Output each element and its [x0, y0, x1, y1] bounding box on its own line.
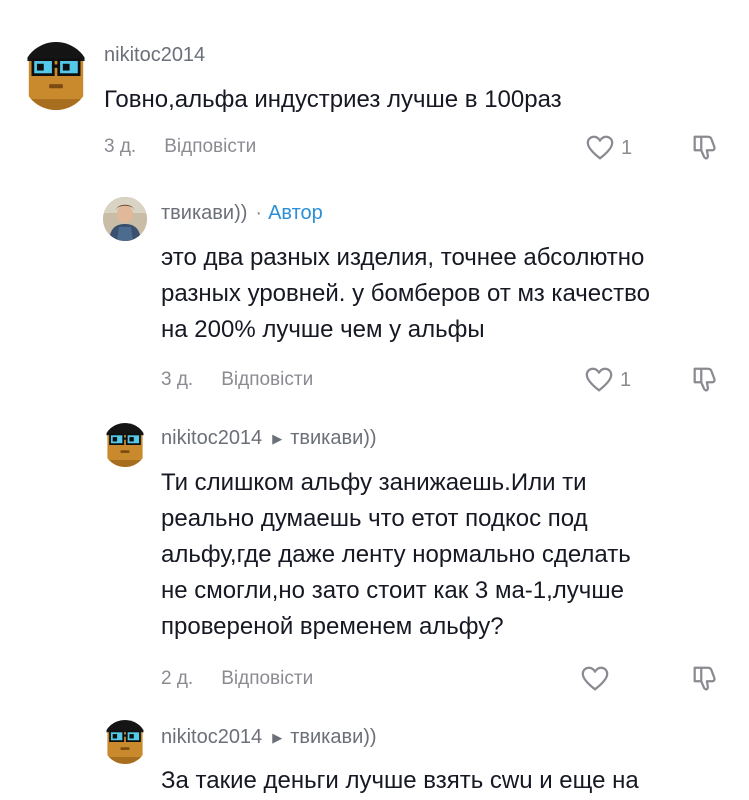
- thumbs-down-icon[interactable]: [690, 364, 720, 394]
- comment-text-line: это два разных изделия, точнее абсолютно: [161, 244, 645, 271]
- username-text[interactable]: nikitoc2014: [161, 427, 262, 450]
- comment-text-line: Говно,альфа индустриез лучше в 100раз: [104, 86, 562, 113]
- like-button[interactable]: 1: [585, 133, 632, 163]
- comment-text: Говно,альфа индустриез лучше в 100раз: [104, 82, 562, 118]
- avatar[interactable]: [103, 197, 147, 241]
- comment-username: nikitoc2014 ▶ твикави)): [161, 726, 377, 749]
- comment-text: это два разных изделия, точнее абсолютно…: [161, 240, 650, 348]
- avatar[interactable]: [103, 720, 147, 764]
- comment-text-line: провереной временем альфу?: [161, 613, 504, 640]
- comment-time: 3 д.: [161, 369, 194, 390]
- username-text[interactable]: nikitoc2014: [104, 44, 205, 67]
- like-count: 1: [620, 368, 632, 391]
- author-badge: Автор: [268, 202, 323, 224]
- dislike-button[interactable]: [690, 364, 720, 399]
- reply-to-username[interactable]: твикави)): [290, 427, 376, 450]
- comment-text-line: на 200% лучше чем у альфы: [161, 316, 485, 343]
- like-count: 1: [621, 136, 633, 159]
- comment-text-line: реально думаешь что етот подкос под: [161, 505, 588, 532]
- username-text[interactable]: твикави)): [161, 202, 247, 225]
- dislike-button[interactable]: [690, 132, 720, 167]
- comment-time: 2 д.: [161, 668, 194, 689]
- username-text[interactable]: nikitoc2014: [161, 726, 262, 749]
- reply-button[interactable]: Відповісти: [221, 369, 313, 391]
- triangle-right-icon: ▶: [272, 430, 283, 446]
- author-separator: ·: [255, 202, 263, 224]
- dislike-button[interactable]: [690, 663, 720, 698]
- reply-button[interactable]: Відповісти: [221, 668, 313, 690]
- comment-username: nikitoc2014 ▶ твикави)): [161, 427, 377, 450]
- thumbs-down-icon[interactable]: [690, 132, 720, 162]
- reply-to-username[interactable]: твикави)): [290, 726, 376, 749]
- heart-outline-icon[interactable]: [585, 133, 615, 163]
- comment-text: Ти слишком альфу занижаешь.Или ти реальн…: [161, 465, 631, 645]
- comment-text-line: разных уровней. у бомберов от мз качеств…: [161, 280, 650, 307]
- comment-meta: 3 д. Відповісти: [161, 369, 313, 391]
- comment-text-line: Ти слишком альфу занижаешь.Или ти: [161, 469, 587, 496]
- comment-text-line: альфу,где даже ленту нормально сделать: [161, 541, 631, 568]
- comment-username: твикави)) · Автор: [161, 202, 323, 225]
- triangle-right-icon: ▶: [272, 729, 283, 745]
- comment-text-line: За такие деньги лучше взять cwu и еще на: [161, 767, 639, 794]
- reply-button[interactable]: Відповісти: [164, 136, 256, 158]
- comment-meta: 2 д. Відповісти: [161, 668, 313, 690]
- avatar[interactable]: [22, 42, 90, 110]
- like-button[interactable]: 1: [584, 365, 631, 395]
- comment-text: За такие деньги лучше взять cwu и еще на: [161, 763, 639, 799]
- heart-outline-icon[interactable]: [584, 365, 614, 395]
- thumbs-down-icon[interactable]: [690, 663, 720, 693]
- avatar[interactable]: [103, 423, 147, 467]
- comment-username[interactable]: nikitoc2014: [104, 44, 205, 67]
- comment-meta: 3 д. Відповісти: [104, 136, 256, 158]
- comment-text-line: не смогли,но зато стоит как 3 ма-1,лучше: [161, 577, 624, 604]
- like-button[interactable]: [580, 664, 616, 694]
- comment-time: 3 д.: [104, 136, 137, 157]
- heart-outline-icon[interactable]: [580, 664, 610, 694]
